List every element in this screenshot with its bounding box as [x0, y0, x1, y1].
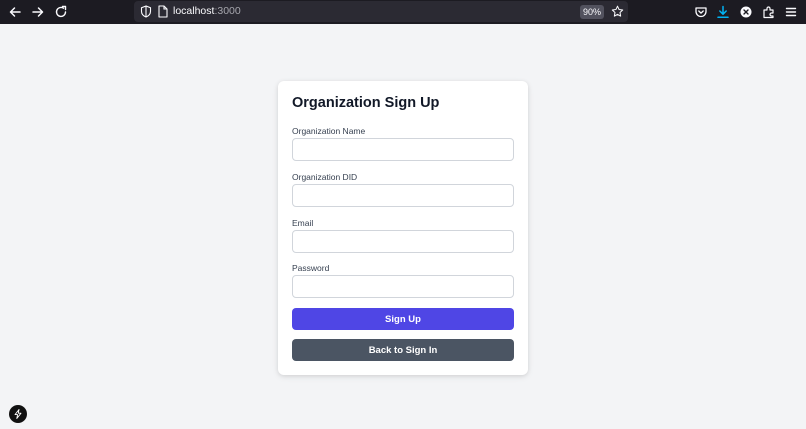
forward-button[interactable] — [27, 1, 49, 23]
org-name-input[interactable] — [292, 138, 514, 161]
page-title: Organization Sign Up — [292, 95, 440, 111]
menu-icon — [785, 7, 797, 17]
password-label: Password — [292, 263, 330, 273]
downloads-button[interactable] — [712, 1, 734, 23]
password-input[interactable] — [292, 275, 514, 298]
back-arrow-icon — [9, 7, 21, 17]
reload-button[interactable] — [50, 1, 72, 23]
dev-tools-badge[interactable] — [9, 405, 27, 423]
url-port: :3000 — [214, 5, 241, 17]
menu-button[interactable] — [780, 1, 802, 23]
org-did-input[interactable] — [292, 184, 514, 207]
shield-icon[interactable] — [140, 5, 152, 18]
extensions-icon — [763, 6, 774, 19]
back-button[interactable] — [4, 1, 26, 23]
reload-icon — [55, 5, 67, 18]
url-host: localhost — [173, 5, 215, 17]
back-to-sign-in-button[interactable]: Back to Sign In — [292, 339, 514, 361]
sign-up-button[interactable]: Sign Up — [292, 308, 514, 330]
url-bar[interactable]: localhost:3000 90% — [134, 1, 628, 22]
lightning-icon — [14, 409, 22, 419]
pocket-button[interactable] — [690, 1, 712, 23]
email-input[interactable] — [292, 230, 514, 253]
close-button[interactable] — [735, 1, 757, 23]
download-icon — [717, 5, 729, 18]
forward-arrow-icon — [32, 7, 44, 17]
org-did-label: Organization DID — [292, 172, 358, 182]
email-label: Email — [292, 218, 314, 228]
org-name-label: Organization Name — [292, 126, 366, 136]
star-icon[interactable] — [611, 5, 624, 18]
pocket-icon — [695, 7, 707, 18]
signup-card: Organization Sign Up Organization Name O… — [278, 81, 528, 375]
close-icon — [740, 6, 752, 18]
url-text[interactable]: localhost:3000 — [173, 5, 241, 17]
zoom-indicator[interactable]: 90% — [580, 5, 604, 19]
extensions-button[interactable] — [758, 1, 780, 23]
browser-toolbar: localhost:3000 90% — [0, 0, 806, 24]
page-icon[interactable] — [158, 5, 168, 18]
